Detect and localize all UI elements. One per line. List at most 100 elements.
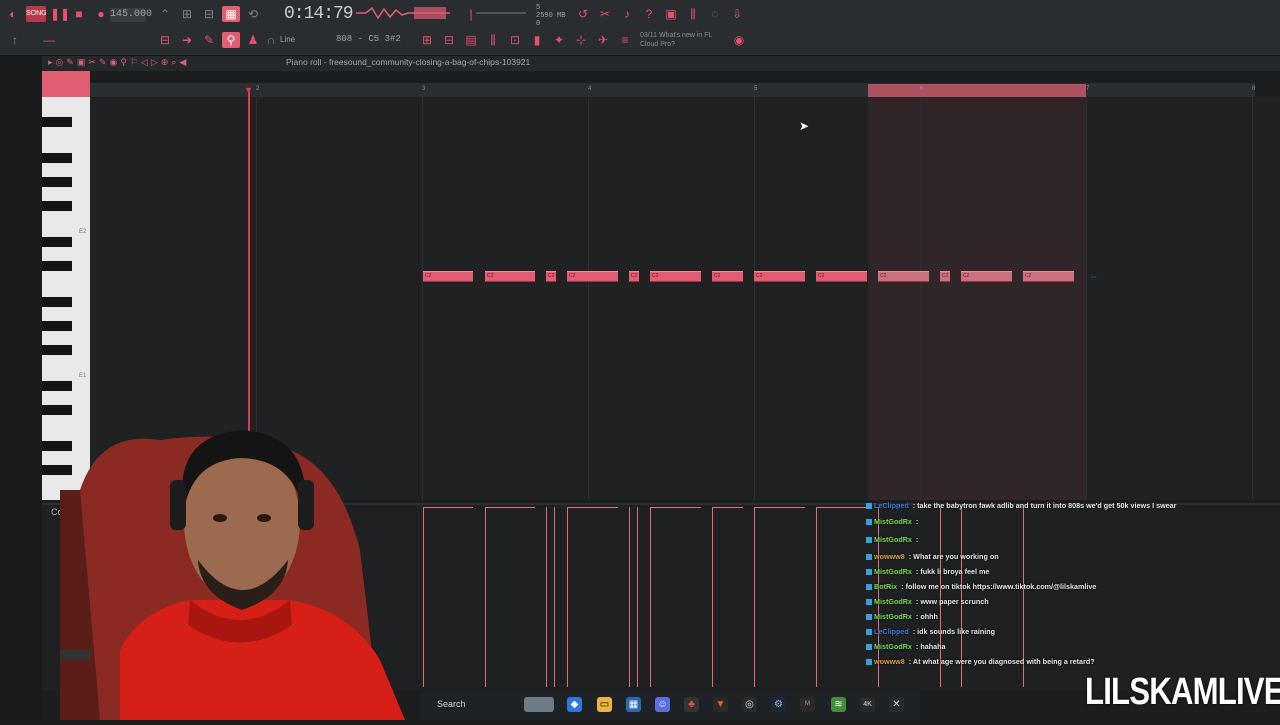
touch-keyboard-icon[interactable]: ⊹ — [572, 32, 590, 48]
master-pitch-slider[interactable] — [476, 12, 526, 14]
black-key[interactable] — [42, 177, 72, 187]
mic-icon[interactable]: ✈ — [594, 32, 612, 48]
velocity-bar[interactable] — [816, 507, 817, 687]
magnet-icon[interactable]: ∩ — [262, 32, 280, 48]
news-ticker[interactable]: 03/11 What's new in FL Cloud Pro? — [640, 31, 730, 49]
fl-studio-icon[interactable]: ♣ — [684, 697, 699, 712]
stamp-icon[interactable]: ♟ — [244, 32, 262, 48]
note[interactable]: C2 — [423, 271, 473, 282]
playlist-icon[interactable]: ⊟ — [156, 32, 174, 48]
snap-arrow-icon[interactable]: ↑ — [6, 32, 24, 48]
note[interactable]: C2 — [629, 271, 639, 282]
browser-toggle-icon[interactable]: — — [40, 32, 58, 48]
black-key[interactable] — [42, 201, 72, 211]
project-info-icon[interactable]: ≡ — [616, 32, 634, 48]
microphone-icon[interactable]: ♪ — [618, 6, 636, 22]
black-key[interactable] — [42, 261, 72, 271]
layers-icon[interactable]: ≋ — [831, 697, 846, 712]
new-pattern-icon[interactable]: ⊞ — [418, 32, 436, 48]
tempo-display[interactable]: 145.000 — [110, 8, 152, 22]
pattern-selector[interactable]: 808 - C5 3#2 — [336, 34, 401, 44]
store-icon[interactable]: ▦ — [626, 697, 641, 712]
file-explorer-icon[interactable]: ▭ — [597, 697, 612, 712]
black-key[interactable] — [42, 321, 72, 331]
black-key[interactable] — [42, 297, 72, 307]
channel-rack-icon[interactable]: ▤ — [462, 32, 480, 48]
discord-icon[interactable]: ☺ — [655, 697, 670, 712]
chat-username: LeClipped — [874, 627, 909, 636]
time-selection[interactable] — [868, 84, 1086, 97]
note[interactable]: C2 — [816, 271, 867, 282]
arrow-right-icon[interactable]: ➜ — [178, 32, 196, 48]
velocity-bar[interactable] — [712, 507, 713, 687]
cut-icon[interactable]: ✂ — [596, 6, 614, 22]
overview-strip[interactable] — [378, 76, 918, 89]
record-button[interactable]: ● — [92, 6, 110, 22]
app-icon[interactable]: M — [800, 697, 815, 712]
4k-icon[interactable]: 4K — [860, 697, 875, 712]
chat-text: take the babytron fawk adlib and turn it… — [917, 501, 1177, 510]
note[interactable]: C2 — [485, 271, 535, 282]
velocity-bar[interactable] — [567, 507, 568, 687]
note[interactable]: C2 — [1023, 271, 1074, 282]
note[interactable]: C2 — [754, 271, 805, 282]
capcut-icon[interactable]: ✕ — [889, 697, 904, 712]
copilot-icon[interactable]: ◆ — [567, 697, 582, 712]
velocity-bar[interactable] — [485, 507, 486, 687]
countdown-icon[interactable]: ⊟ — [200, 6, 218, 22]
chat-text: www paper scrunch — [920, 597, 989, 606]
download-icon[interactable]: ⇩ — [728, 6, 746, 22]
velocity-cap — [567, 507, 618, 508]
song-mode-button[interactable]: SONG — [26, 6, 47, 22]
velocity-bar[interactable] — [754, 507, 755, 687]
weather-widget-icon[interactable] — [524, 697, 554, 712]
save-icon[interactable]: ▣ — [662, 6, 680, 22]
mixer-window-icon[interactable]: ⫼ — [484, 32, 502, 48]
black-key[interactable] — [42, 345, 72, 355]
velocity-bar[interactable] — [637, 507, 638, 687]
pencil-icon[interactable]: ✎ — [200, 32, 218, 48]
brave-icon[interactable]: ▼ — [713, 697, 728, 712]
velocity-bar[interactable] — [423, 507, 424, 687]
velocity-bar[interactable] — [554, 507, 555, 687]
velocity-bar[interactable] — [546, 507, 547, 687]
steam-icon[interactable]: ⚙ — [771, 697, 786, 712]
obs-icon[interactable]: ◎ — [742, 697, 757, 712]
master-volume-icon[interactable]: | — [462, 6, 480, 22]
note[interactable]: C2 — [546, 271, 556, 282]
plugin-picker-icon[interactable]: ✦ — [550, 32, 568, 48]
fl-cloud-icon[interactable]: ◉ — [730, 32, 748, 48]
black-key[interactable] — [42, 153, 72, 163]
link-icon[interactable]: ⚲ — [222, 32, 240, 48]
metronome-icon[interactable]: ⌃ — [156, 6, 174, 22]
stop-button[interactable]: ■ — [70, 6, 88, 22]
piano-roll-icon[interactable]: ⊟ — [440, 32, 458, 48]
note[interactable]: C2 — [961, 271, 1012, 282]
taskbar-search[interactable]: Search — [437, 699, 466, 709]
pause-button[interactable]: ❚❚ — [50, 6, 70, 22]
velocity-bar[interactable] — [650, 507, 651, 687]
piano-roll-tools[interactable]: ▸◎✎▣✂✎◉⚲⚐◁▷⊕⌕◀ — [48, 57, 189, 68]
note[interactable]: C2 — [712, 271, 743, 282]
note[interactable]: C2 — [940, 271, 950, 282]
velocity-bar[interactable] — [629, 507, 630, 687]
undo-icon[interactable]: ↺ — [574, 6, 592, 22]
playhead-marker-icon[interactable]: ▼ — [244, 85, 253, 95]
wait-icon[interactable]: ⊞ — [178, 6, 196, 22]
black-key[interactable] — [42, 381, 72, 391]
fl-logo-icon[interactable]: ◐ — [4, 6, 22, 22]
loop-record-icon[interactable]: ⟲ — [244, 6, 262, 22]
note[interactable]: C2 — [878, 271, 929, 282]
plugin-icon[interactable]: ⊡ — [506, 32, 524, 48]
black-key[interactable] — [42, 117, 72, 127]
mixer-icon[interactable]: ⫼ — [684, 6, 702, 22]
line-mode-label[interactable]: Line — [280, 35, 295, 44]
chat-icon[interactable]: ◌ — [706, 6, 724, 22]
note[interactable]: C2 — [567, 271, 618, 282]
blend-icon[interactable]: ▦ — [222, 6, 240, 22]
chat-message: wowww8 : At what age were you diagnosed … — [866, 657, 1095, 666]
note[interactable]: C2 — [650, 271, 701, 282]
help-icon[interactable]: ? — [640, 6, 658, 22]
black-key[interactable] — [42, 237, 72, 247]
browser-icon[interactable]: ▮ — [528, 32, 546, 48]
